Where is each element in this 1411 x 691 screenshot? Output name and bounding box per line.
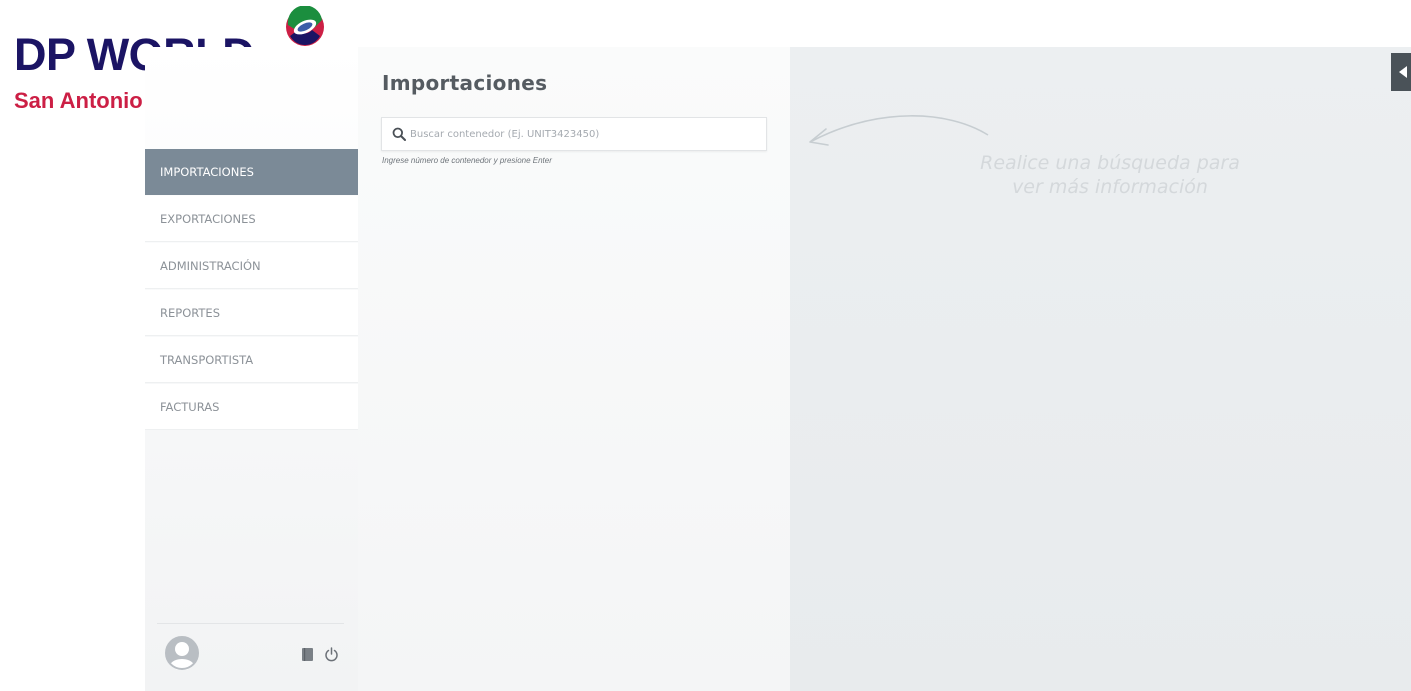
sidebar-item-administracion[interactable]: ADMINISTRACIÓN bbox=[145, 243, 358, 289]
collapse-panel-button[interactable] bbox=[1391, 53, 1411, 91]
detail-panel: Realice una búsqueda para ver más inform… bbox=[790, 47, 1411, 691]
empty-state-line2: ver más información bbox=[1012, 175, 1208, 198]
search-box[interactable] bbox=[381, 117, 767, 151]
sidebar-item-label: TRANSPORTISTA bbox=[160, 352, 254, 367]
chevron-left-icon bbox=[1399, 66, 1407, 78]
brand-location: San Antonio bbox=[14, 88, 143, 113]
sidebar-item-reportes[interactable]: REPORTES bbox=[145, 290, 358, 336]
search-hint: Ingrese número de contenedor y presione … bbox=[382, 156, 552, 165]
sidebar-footer bbox=[157, 623, 344, 683]
search-input[interactable] bbox=[410, 120, 750, 148]
document-icon[interactable] bbox=[297, 644, 317, 664]
sidebar-item-label: IMPORTACIONES bbox=[160, 164, 254, 179]
sidebar-item-importaciones[interactable]: IMPORTACIONES bbox=[145, 149, 358, 195]
empty-state-message: Realice una búsqueda para ver más inform… bbox=[910, 152, 1310, 200]
search-icon bbox=[392, 127, 406, 141]
sidebar-nav: IMPORTACIONES EXPORTACIONES ADMINISTRACI… bbox=[145, 149, 358, 431]
sidebar-item-transportista[interactable]: TRANSPORTISTA bbox=[145, 337, 358, 383]
sidebar-item-label: EXPORTACIONES bbox=[160, 211, 256, 226]
sidebar: IMPORTACIONES EXPORTACIONES ADMINISTRACI… bbox=[145, 47, 358, 691]
main-content: Importaciones Ingrese número de contened… bbox=[358, 47, 790, 691]
page-title: Importaciones bbox=[382, 71, 548, 95]
sidebar-item-label: REPORTES bbox=[160, 305, 220, 320]
arrow-left-icon bbox=[809, 115, 989, 146]
user-avatar-icon[interactable] bbox=[165, 636, 199, 670]
sidebar-item-exportaciones[interactable]: EXPORTACIONES bbox=[145, 196, 358, 242]
sidebar-item-label: ADMINISTRACIÓN bbox=[160, 258, 261, 273]
empty-state-line1: Realice una búsqueda para bbox=[980, 152, 1240, 174]
sidebar-item-facturas[interactable]: FACTURAS bbox=[145, 384, 358, 430]
globe-badge-icon bbox=[286, 6, 324, 46]
sidebar-item-label: FACTURAS bbox=[160, 399, 220, 414]
power-icon[interactable] bbox=[321, 644, 341, 664]
